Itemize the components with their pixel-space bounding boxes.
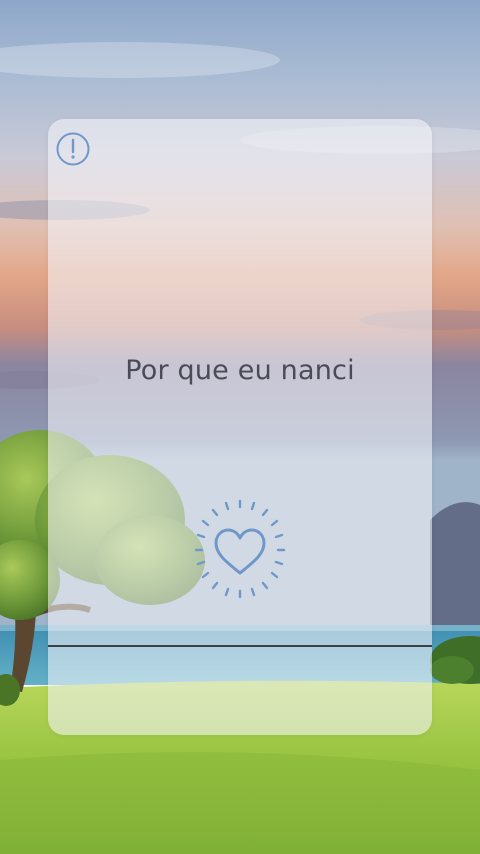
quote-text: Por que eu nanci xyxy=(125,355,355,386)
app-screen: Por que eu nanci xyxy=(0,0,480,854)
exclamation-circle-icon xyxy=(56,132,90,166)
like-button[interactable] xyxy=(182,493,298,609)
quote-card: Por que eu nanci xyxy=(48,119,432,735)
heart-sparkle-icon xyxy=(194,499,286,599)
info-button[interactable] xyxy=(55,131,91,167)
card-footer-area xyxy=(48,647,432,735)
